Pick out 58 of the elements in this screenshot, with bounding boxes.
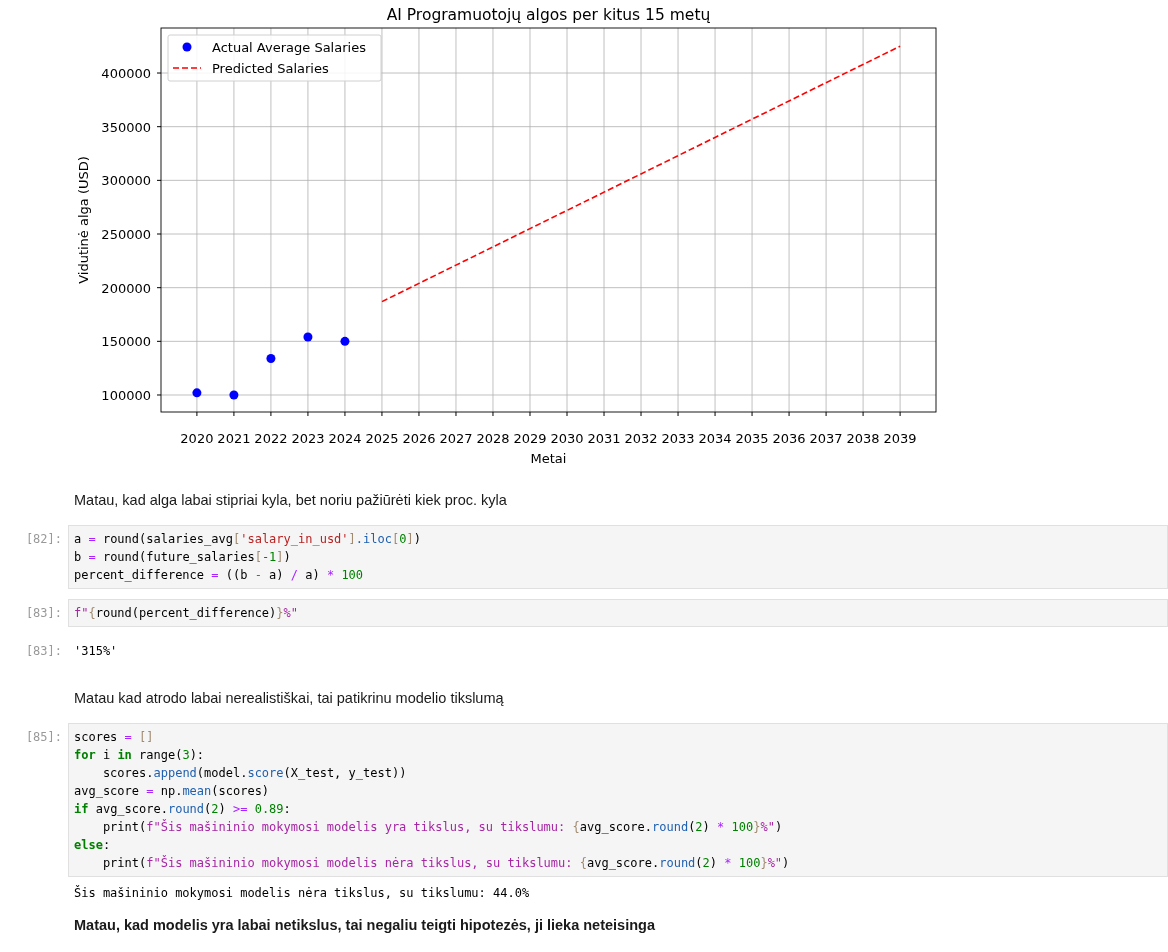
x-tick-label: 2026 — [402, 431, 436, 446]
y-tick-label: 150000 — [101, 334, 151, 350]
legend-label: Actual Average Salaries — [212, 40, 366, 55]
x-tick-label: 2032 — [624, 431, 658, 446]
markdown-text: Matau, kad modelis yra labai netikslus, tai negaliu teigti hipotezės, ji lieka neteisinga — [73, 916, 656, 935]
legend-label: Predicted Salaries — [212, 61, 329, 76]
cell-prompt: [82]: — [24, 531, 63, 548]
y-tick-label: 400000 — [101, 66, 151, 81]
code-line: if avg_score.round(2) >= 0.89: — [74, 801, 292, 818]
y-tick-label: 300000 — [101, 173, 151, 189]
output-text: Šis mašininio mokymosi modelis nėra tikslus, su tikslumu: 44.0% — [73, 884, 531, 902]
cell-prompt: [83]: — [24, 605, 63, 622]
y-tick-label: 350000 — [101, 119, 151, 135]
x-tick-label: 2039 — [883, 431, 917, 446]
x-tick-label: 2028 — [476, 431, 510, 446]
x-tick-label: 2031 — [587, 431, 621, 446]
output-text: '315%' — [73, 643, 119, 660]
code-cell[interactable] — [68, 723, 1168, 877]
x-tick-label: 2029 — [513, 431, 547, 446]
code-line: print(f"Šis mašininio mokymosi modelis yra tikslus, su tikslumu: {avg_score.round(2) * 100}%") — [101, 818, 784, 836]
x-tick-label: 2034 — [698, 431, 732, 446]
y-tick-label: 100000 — [101, 388, 151, 403]
x-tick-label: 2035 — [735, 431, 769, 446]
x-tick-label: 2022 — [254, 431, 288, 446]
x-tick-label: 2024 — [328, 431, 362, 446]
x-tick-label: 2020 — [180, 431, 214, 446]
code-line: scores.append(model.score(X_test, y_test)) — [101, 765, 408, 782]
y-axis-label: Vidutinė alga (USD) — [76, 156, 91, 284]
code-cell[interactable]: a = round(salaries_avg['salary_in_usd'].iloc[0]) b = round(future_salaries[-1]) percent_difference = ((b - a) / a) * 100 — [68, 525, 1168, 589]
x-tick-label: 2033 — [661, 431, 695, 446]
code-line: a = round(salaries_avg['salary_in_usd'].iloc[0]) — [74, 531, 422, 548]
x-tick-label: 2023 — [291, 431, 325, 446]
code-line: for i in range(3): — [74, 747, 206, 764]
code-line: avg_score = np.mean(scores) — [74, 783, 271, 800]
code-line: b = round(future_salaries[-1]) — [74, 549, 292, 566]
cell-prompt: [83]: — [24, 643, 63, 660]
legend-marker-icon — [182, 42, 192, 52]
markdown-text: Matau, kad alga labai stipriai kyla, bet noriu pažiūrėti kiek proc. kyla — [73, 491, 508, 510]
chart-title: AI Programuotojų algos per kitus 15 metų — [386, 6, 711, 24]
x-tick-label: 2036 — [772, 431, 806, 446]
code-line: print(f"Šis mašininio mokymosi modelis nėra tikslus, su tikslumu: {avg_score.round(2) * 100}%") — [101, 854, 791, 872]
x-axis-label: Metai — [530, 451, 567, 466]
code-line: f"{round(percent_difference)}%" — [74, 605, 299, 622]
y-tick-label: 250000 — [101, 227, 151, 242]
x-tick-label: 2037 — [809, 431, 843, 446]
x-tick-label: 2030 — [550, 431, 584, 446]
x-tick-label: 2027 — [439, 431, 473, 446]
code-line: scores = [] — [74, 729, 155, 746]
x-tick-label: 2021 — [217, 431, 251, 446]
x-tick-label: 2038 — [846, 431, 880, 446]
code-line: percent_difference = ((b - a) / a) * 100 — [74, 567, 365, 584]
code-cell[interactable]: f"{round(percent_difference)}%" — [68, 599, 1168, 627]
cell-prompt: [85]: — [24, 729, 63, 746]
markdown-text: Matau kad atrodo labai nerealistiškai, tai patikrinu modelio tikslumą — [73, 689, 505, 708]
y-tick-label: 200000 — [101, 280, 151, 296]
legend-line-icon — [172, 67, 202, 69]
x-tick-label: 2025 — [365, 431, 399, 446]
code-line: else: — [74, 837, 112, 854]
